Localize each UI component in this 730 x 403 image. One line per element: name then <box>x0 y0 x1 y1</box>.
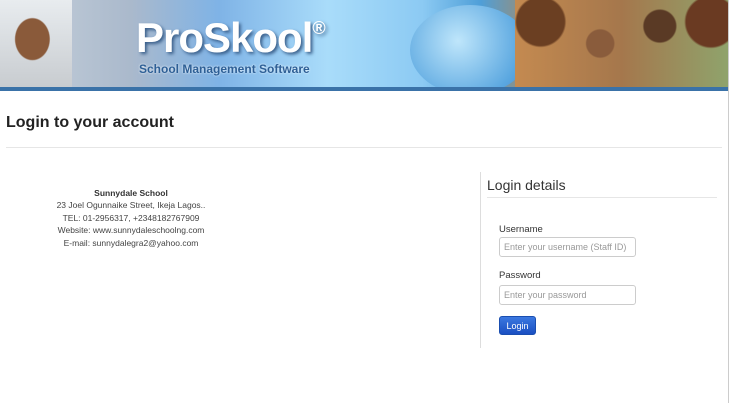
banner-photo-people <box>515 0 728 87</box>
logo-text: ProSkool <box>136 14 313 61</box>
username-input[interactable] <box>499 237 636 257</box>
login-divider <box>487 197 717 198</box>
page-border <box>728 0 729 403</box>
school-email: E-mail: sunnydalegra2@yahoo.com <box>63 237 199 248</box>
header-banner: ProSkool® School Management Software <box>0 0 728 91</box>
page-title: Login to your account <box>6 114 174 131</box>
school-tel: TEL: 01-2956317, +2348182767909 <box>62 212 200 223</box>
divider <box>6 147 722 148</box>
login-button[interactable]: Login <box>499 316 536 335</box>
username-label: Username <box>499 224 543 235</box>
banner-bottom-bar <box>0 87 728 91</box>
school-name: Sunnydale School <box>94 188 168 198</box>
login-details-heading: Login details <box>487 177 566 193</box>
school-address: 23 Joel Ogunnaike Street, Ikeja Lagos.. <box>56 200 206 211</box>
registered-mark: ® <box>312 18 325 38</box>
banner-globe <box>410 5 530 91</box>
password-label: Password <box>499 270 541 281</box>
school-info: Sunnydale School 23 Joel Ogunnaike Stree… <box>31 187 231 249</box>
logo-tagline: School Management Software <box>139 62 310 76</box>
logo: ProSkool® <box>136 14 326 62</box>
password-input[interactable] <box>499 285 636 305</box>
school-website: Website: www.sunnydaleschoolng.com <box>57 225 205 236</box>
banner-photo-girl <box>0 0 72 87</box>
vertical-divider <box>480 172 481 348</box>
